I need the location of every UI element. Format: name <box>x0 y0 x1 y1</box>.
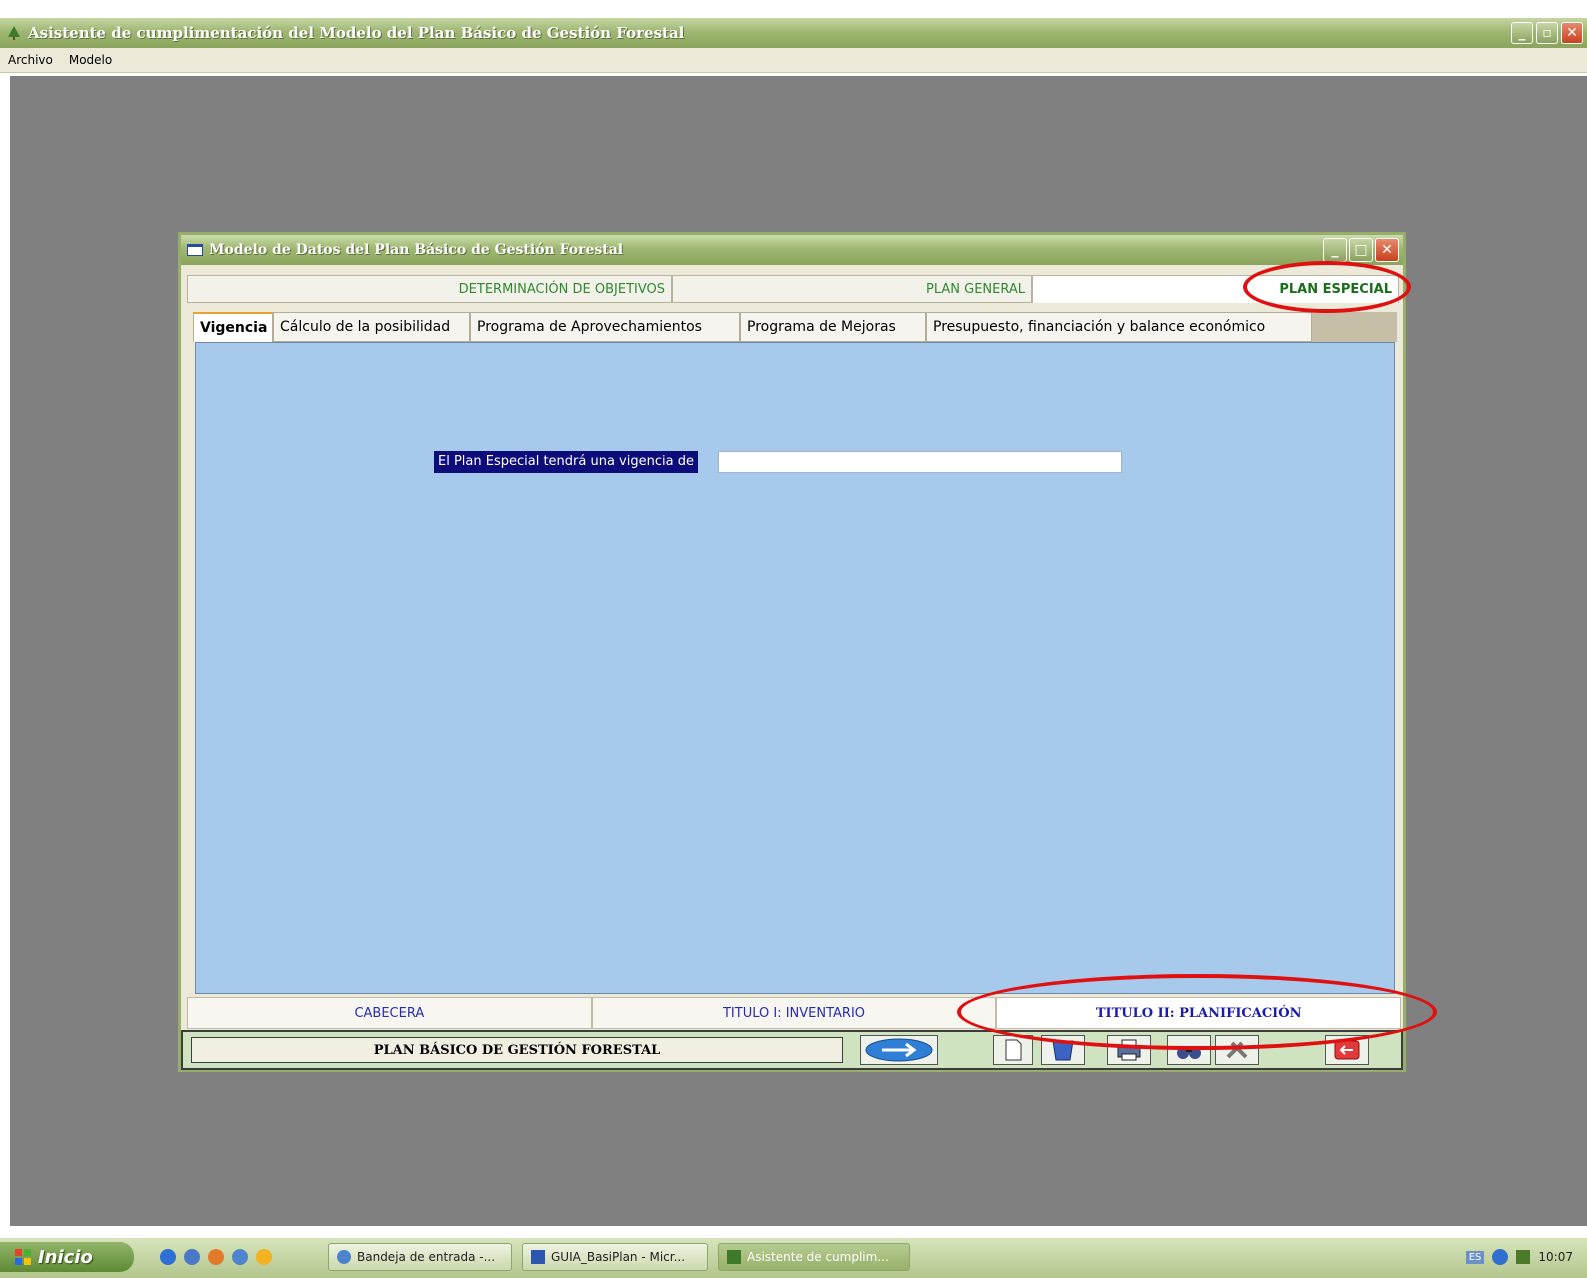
restore-button[interactable]: ▫ <box>1536 22 1558 44</box>
outlook-icon[interactable] <box>184 1249 200 1265</box>
print-button[interactable] <box>1107 1035 1151 1065</box>
menubar: Archivo Modelo <box>0 48 1587 73</box>
tab-label: PLAN ESPECIAL <box>1279 282 1392 297</box>
app-title: Asistente de cumplimentación del Modelo … <box>28 24 685 42</box>
tab-titulo-planificacion[interactable]: TITULO II: PLANIFICACIÓN <box>996 997 1402 1029</box>
tab-label: Presupuesto, financiación y balance econ… <box>933 319 1266 335</box>
form-title-area: Modelo de Datos del Plan Básico de Gesti… <box>187 242 623 258</box>
tab-label: Programa de Aprovechamientos <box>477 319 702 335</box>
tab-label: Cálculo de la posibilidad <box>280 319 451 335</box>
tools-icon <box>1226 1041 1248 1059</box>
tab-programa-mejoras[interactable]: Programa de Mejoras <box>740 312 926 342</box>
clock: 10:07 <box>1538 1250 1573 1264</box>
window-icon <box>187 244 203 256</box>
new-document-icon <box>1005 1039 1022 1061</box>
chrome-icon[interactable] <box>232 1249 248 1265</box>
task-label: Bandeja de entrada -... <box>357 1250 496 1264</box>
form-window-controls: _ □ ✕ <box>1323 238 1399 262</box>
toolbar-title: PLAN BÁSICO DE GESTIÓN FORESTAL <box>191 1037 843 1063</box>
form-title: Modelo de Datos del Plan Básico de Gesti… <box>209 242 624 258</box>
form-toolbar: PLAN BÁSICO DE GESTIÓN FORESTAL <box>181 1030 1403 1070</box>
delete-button[interactable] <box>1041 1035 1085 1065</box>
tree-icon <box>727 1250 741 1264</box>
tools-button[interactable] <box>1215 1035 1259 1065</box>
task-bandeja-entrada[interactable]: Bandeja de entrada -... <box>328 1243 512 1271</box>
start-label: Inicio <box>38 1246 93 1268</box>
windows-logo-icon <box>15 1249 31 1265</box>
tab-vigencia[interactable]: Vigencia <box>193 312 273 342</box>
ie-icon[interactable] <box>160 1249 176 1265</box>
app-titlebar: Asistente de cumplimentación del Modelo … <box>0 18 1587 48</box>
tab-label: Programa de Mejoras <box>747 319 896 335</box>
quick-launch <box>160 1249 272 1265</box>
mail-icon <box>337 1250 351 1264</box>
tab-calculo-posibilidad[interactable]: Cálculo de la posibilidad <box>273 312 470 342</box>
tab-plan-especial[interactable]: PLAN ESPECIAL <box>1032 275 1399 303</box>
system-tray: ES 10:07 <box>1427 1242 1587 1272</box>
close-button[interactable]: ✕ <box>1561 22 1583 44</box>
vigencia-panel: El Plan Especial tendrá una vigencia de <box>195 342 1395 994</box>
task-guia-basiplan[interactable]: GUIA_BasiPlan - Micr... <box>522 1243 708 1271</box>
trash-icon <box>1052 1040 1074 1061</box>
tab-label: TITULO II: PLANIFICACIÓN <box>1095 1005 1302 1021</box>
form-minimize-button[interactable]: _ <box>1323 238 1347 262</box>
task-label: GUIA_BasiPlan - Micr... <box>551 1250 686 1264</box>
tab-label: Vigencia <box>200 320 268 336</box>
app-window-controls: _ ▫ ✕ <box>1511 22 1583 44</box>
volume-icon[interactable] <box>1516 1250 1531 1264</box>
subsection-tabs: Vigencia Cálculo de la posibilidad Progr… <box>193 312 1397 342</box>
task-label: Asistente de cumplim... <box>747 1250 889 1264</box>
tab-label: TITULO I: INVENTARIO <box>722 1005 866 1021</box>
title-tabs: CABECERA TITULO I: INVENTARIO TITULO II:… <box>187 997 1402 1029</box>
vigencia-label: El Plan Especial tendrá una vigencia de <box>434 451 698 473</box>
exit-button[interactable] <box>1325 1035 1369 1065</box>
tab-determinacion-objetivos[interactable]: DETERMINACIÓN DE OBJETIVOS <box>187 275 672 303</box>
section-tabs: DETERMINACIÓN DE OBJETIVOS PLAN GENERAL … <box>187 275 1399 305</box>
tab-cabecera[interactable]: CABECERA <box>187 997 592 1029</box>
word-icon <box>531 1250 545 1264</box>
form-maximize-button[interactable]: □ <box>1349 238 1373 262</box>
start-button[interactable]: Inicio <box>0 1242 134 1272</box>
network-icon[interactable] <box>1492 1249 1509 1265</box>
form-window: Modelo de Datos del Plan Básico de Gesti… <box>178 232 1406 1072</box>
tab-programa-aprovechamientos[interactable]: Programa de Aprovechamientos <box>470 312 740 342</box>
form-titlebar: Modelo de Datos del Plan Básico de Gesti… <box>181 235 1403 265</box>
tab-label: CABECERA <box>354 1005 425 1021</box>
media-icon[interactable] <box>256 1249 272 1265</box>
tab-presupuesto[interactable]: Presupuesto, financiación y balance econ… <box>926 312 1312 342</box>
printer-icon <box>1117 1039 1141 1061</box>
firefox-icon[interactable] <box>208 1249 224 1265</box>
next-arrow-button[interactable] <box>860 1035 938 1065</box>
tab-titulo-inventario[interactable]: TITULO I: INVENTARIO <box>591 997 997 1029</box>
task-asistente[interactable]: Asistente de cumplim... <box>718 1243 910 1271</box>
exit-icon <box>1334 1040 1360 1060</box>
binoculars-icon <box>1177 1047 1201 1059</box>
tree-app-icon <box>8 26 20 40</box>
minimize-button[interactable]: _ <box>1511 22 1533 44</box>
tab-plan-general[interactable]: PLAN GENERAL <box>672 275 1032 303</box>
tab-label: DETERMINACIÓN DE OBJETIVOS <box>458 281 665 297</box>
menu-archivo[interactable]: Archivo <box>0 53 61 67</box>
language-indicator[interactable]: ES <box>1465 1250 1485 1264</box>
vigencia-input[interactable] <box>718 451 1122 473</box>
arrow-right-icon <box>865 1038 933 1062</box>
menu-modelo[interactable]: Modelo <box>61 53 120 67</box>
app-title-area: Asistente de cumplimentación del Modelo … <box>6 24 684 42</box>
new-document-button[interactable] <box>993 1035 1033 1065</box>
search-button[interactable] <box>1167 1035 1211 1065</box>
taskbar: Inicio Bandeja de entrada -... GUIA_Basi… <box>0 1238 1587 1278</box>
form-close-button[interactable]: ✕ <box>1375 238 1399 262</box>
tab-label: PLAN GENERAL <box>926 281 1025 297</box>
